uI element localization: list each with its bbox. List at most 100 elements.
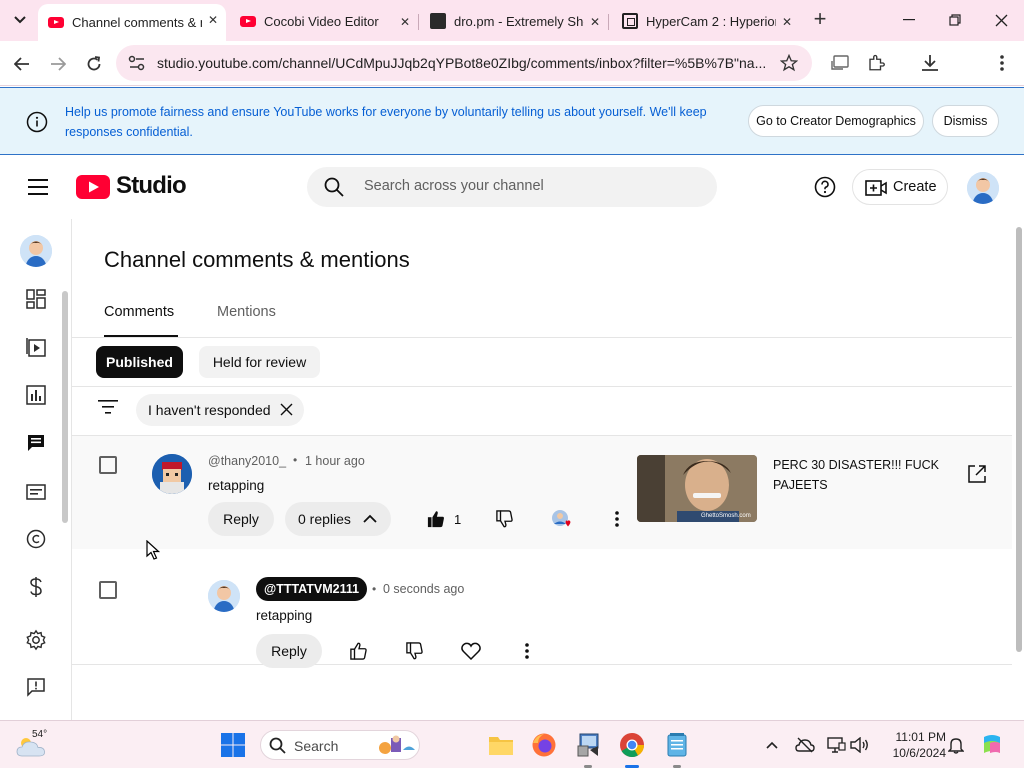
filter-icon — [98, 400, 118, 414]
like-count: 1 — [454, 512, 462, 527]
dislike-button[interactable] — [493, 507, 517, 531]
go-to-creator-demographics-button[interactable]: Go to Creator Demographics — [748, 105, 924, 137]
file-explorer-app[interactable] — [488, 732, 514, 758]
owner-author-badge[interactable]: @TTTATVM2111 — [256, 577, 368, 601]
filter-chip-not-responded[interactable]: I haven't responded — [136, 394, 304, 426]
sidebar-item-settings[interactable] — [24, 628, 48, 652]
help-button[interactable] — [814, 176, 836, 198]
forward-button[interactable] — [45, 51, 71, 77]
thumbs-up-icon — [350, 642, 367, 660]
sidebar-item-analytics[interactable] — [24, 383, 48, 407]
filter-button[interactable] — [98, 399, 118, 415]
heart-button[interactable] — [459, 639, 483, 663]
video-thumbnail[interactable]: GhettoSmosh.com — [637, 455, 757, 522]
tab-separator — [608, 14, 609, 30]
taskbar-search-box[interactable]: Search — [260, 730, 420, 760]
sidebar-item-subtitles[interactable] — [24, 480, 48, 504]
open-video-button[interactable] — [965, 462, 989, 486]
bookmark-star-icon[interactable] — [780, 54, 798, 72]
youtube-logo-icon[interactable] — [76, 175, 110, 199]
restore-button[interactable] — [942, 8, 968, 32]
start-button[interactable] — [220, 732, 246, 758]
browser-tab-channel-comments[interactable]: Channel comments & mentions ✕ — [38, 4, 226, 41]
copilot-button[interactable] — [980, 733, 1004, 757]
remove-filter-icon[interactable] — [280, 403, 293, 416]
reply-author-avatar[interactable] — [208, 580, 240, 612]
reply-button[interactable]: Reply — [256, 634, 322, 668]
browser-tab-dropm[interactable]: dro.pm - Extremely Short ✕ — [420, 6, 609, 36]
close-tab-icon[interactable]: ✕ — [590, 15, 600, 29]
volume-tray-icon[interactable] — [850, 735, 870, 755]
creator-heart-button[interactable] — [550, 507, 574, 531]
commenter-avatar[interactable] — [152, 454, 192, 494]
taskbar-clock-date[interactable]: 10/6/2024 — [880, 746, 946, 760]
tab-search-button[interactable] — [5, 6, 35, 34]
comment-icon — [28, 435, 44, 451]
sidebar-item-content[interactable] — [24, 335, 48, 359]
close-icon — [995, 14, 1007, 26]
sidebar-scrollbar[interactable] — [62, 291, 68, 523]
arrow-left-icon — [14, 57, 29, 71]
chip-held-for-review[interactable]: Held for review — [199, 346, 320, 378]
sidebar-item-earn[interactable] — [24, 575, 48, 599]
site-info-icon[interactable] — [128, 55, 146, 71]
browser-menu-button[interactable] — [990, 51, 1014, 75]
like-button[interactable] — [347, 639, 371, 663]
dislike-button[interactable] — [403, 639, 427, 663]
comment-author[interactable]: @thany2010_ — [208, 454, 286, 468]
close-tab-icon[interactable]: ✕ — [782, 15, 792, 29]
reply-time[interactable]: 0 seconds ago — [383, 582, 464, 596]
show-hidden-icons-button[interactable] — [762, 735, 782, 755]
reload-button[interactable] — [81, 51, 107, 77]
cast-button[interactable] — [828, 51, 852, 75]
tab-title: HyperCam 2 : Hyperionics — [646, 13, 776, 29]
reply-button[interactable]: Reply — [208, 502, 274, 536]
downloads-button[interactable] — [918, 51, 942, 75]
hamburger-menu-button[interactable] — [28, 179, 48, 195]
reply-options-button[interactable] — [515, 639, 539, 663]
more-vertical-icon — [615, 511, 619, 527]
new-tab-button[interactable]: + — [808, 8, 832, 32]
firefox-app[interactable] — [531, 732, 557, 758]
taskbar-clock-time[interactable]: 11:01 PM — [880, 730, 946, 744]
thumbnail-watermark: GhettoSmosh.com — [701, 513, 751, 519]
tab-comments[interactable]: Comments — [104, 304, 174, 320]
sidebar-item-comments[interactable] — [24, 431, 48, 455]
comment-select-checkbox[interactable] — [99, 456, 117, 474]
create-button[interactable]: Create — [852, 169, 948, 205]
network-tray-icon[interactable] — [826, 735, 846, 755]
replies-toggle-button[interactable]: 0 replies — [285, 502, 391, 536]
close-window-button[interactable] — [988, 8, 1014, 32]
extensions-button[interactable] — [864, 51, 888, 75]
studio-logo-text[interactable]: Studio — [116, 172, 187, 200]
onedrive-tray-icon[interactable] — [795, 735, 815, 755]
browser-tab-hypercam[interactable]: HyperCam 2 : Hyperionics ✕ — [612, 6, 800, 36]
close-tab-icon[interactable]: ✕ — [208, 13, 218, 27]
channel-search-input[interactable]: Search across your channel — [307, 167, 717, 207]
chrome-app[interactable] — [619, 732, 645, 758]
video-title[interactable]: PERC 30 DISASTER!!! FUCK PAJEETS — [773, 455, 943, 495]
chip-published[interactable]: Published — [96, 346, 183, 378]
replies-count-label: 0 replies — [298, 511, 351, 527]
comment-reply-row: @TTTATVM2111 • 0 seconds ago retapping R… — [72, 549, 1012, 668]
tab-mentions[interactable]: Mentions — [217, 304, 276, 320]
like-button[interactable] — [424, 507, 448, 531]
minimize-button[interactable] — [896, 8, 922, 32]
comment-options-button[interactable] — [605, 507, 629, 531]
address-bar[interactable]: studio.youtube.com/channel/UCdMpuJJqb2qY… — [116, 45, 812, 81]
sidebar-item-feedback[interactable] — [24, 675, 48, 699]
comment-select-checkbox[interactable] — [99, 581, 117, 599]
pinned-app-hypercam[interactable] — [576, 732, 602, 758]
main-scrollbar[interactable] — [1016, 227, 1022, 652]
sidebar-item-dashboard[interactable] — [24, 287, 48, 311]
notifications-button[interactable] — [946, 735, 966, 755]
notepad-app[interactable] — [664, 732, 690, 758]
sidebar-item-copyright[interactable] — [24, 527, 48, 551]
account-avatar[interactable] — [967, 172, 999, 204]
close-tab-icon[interactable]: ✕ — [400, 15, 410, 29]
channel-avatar[interactable] — [20, 235, 52, 267]
dismiss-button[interactable]: Dismiss — [932, 105, 999, 137]
browser-tab-cocobi[interactable]: Cocobi Video Editor ✕ — [230, 6, 419, 36]
back-button[interactable] — [9, 51, 35, 77]
comment-time[interactable]: 1 hour ago — [305, 454, 365, 468]
